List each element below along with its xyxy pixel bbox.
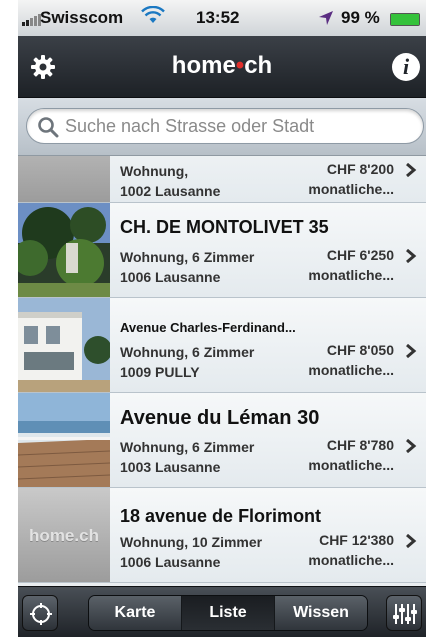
listing-type: Wohnung, (120, 163, 189, 179)
sliders-icon (393, 604, 417, 624)
listing-type: Wohnung, 6 Zimmer (120, 439, 255, 455)
listing-period: monatliche... (308, 457, 394, 473)
listing-period: monatliche... (308, 362, 394, 378)
listing-location: 1006 Lausanne (120, 554, 221, 570)
title-ch: ch (244, 52, 273, 79)
listing-type: Wohnung, 10 Zimmer (120, 534, 263, 550)
listing-photo (18, 393, 110, 487)
listing-type: Wohnung, 6 Zimmer (120, 249, 255, 265)
chevron-right-icon (406, 249, 417, 263)
listing-location: 1002 Lausanne (120, 183, 221, 199)
tab-liste[interactable]: Liste (181, 596, 274, 630)
chevron-right-icon (406, 439, 417, 453)
status-bar: Swisscom 13:52 99 % (18, 0, 426, 36)
title-home: home (171, 52, 236, 79)
listing-thumbnail: home.ch (18, 156, 110, 202)
list-item[interactable]: CH. DE MONTOLIVET 35 Wohnung, 6 Zimmer 1… (18, 203, 426, 298)
wifi-icon (141, 6, 165, 23)
listing-photo (18, 203, 110, 297)
chevron-right-icon (406, 534, 417, 548)
location-arrow-icon (319, 11, 333, 25)
listing-period: monatliche... (308, 552, 394, 568)
listing-location: 1003 Lausanne (120, 459, 221, 475)
listing-price: CHF 8'050 (326, 342, 394, 358)
app-title: home•ch (18, 52, 426, 80)
locate-icon (30, 603, 52, 625)
listing-type: Wohnung, 6 Zimmer (120, 344, 255, 360)
listing-price: CHF 8'200 (326, 161, 394, 177)
search-field[interactable] (26, 108, 424, 144)
listing-thumbnail: home.ch (18, 488, 110, 582)
phone-screen: Swisscom 13:52 99 % home•ch i Suche nach… (18, 0, 426, 637)
chevron-right-icon (406, 344, 417, 358)
placeholder-logo: home.ch (29, 526, 99, 545)
tab-wissen[interactable]: Wissen (274, 596, 367, 630)
filter-button[interactable] (386, 595, 422, 631)
chevron-right-icon (406, 163, 417, 177)
listing-thumbnail (18, 298, 110, 392)
search-icon (38, 117, 59, 138)
battery-percent: 99 % (341, 8, 380, 27)
listing-price: CHF 6'250 (326, 247, 394, 263)
list-item[interactable]: Avenue Charles-Ferdinand... Wohnung, 6 Z… (18, 298, 426, 393)
tab-karte[interactable]: Karte (89, 596, 181, 630)
listing-thumbnail (18, 203, 110, 297)
listing-period: monatliche... (308, 267, 394, 283)
listing-price: CHF 8'780 (326, 437, 394, 453)
battery-icon (390, 13, 420, 26)
listing-period: monatliche... (308, 181, 394, 197)
listing-photo (18, 298, 110, 392)
listing-list[interactable]: home.ch Wohnung, 1002 Lausanne CHF 8'200… (18, 156, 426, 586)
view-switcher: Karte Liste Wissen (88, 595, 368, 631)
bottom-toolbar: Karte Liste Wissen (18, 586, 426, 637)
listing-thumbnail (18, 393, 110, 487)
listing-title: Avenue Charles-Ferdinand... (120, 320, 296, 335)
battery-level-fill (391, 14, 419, 25)
signal-icon (22, 14, 41, 26)
list-item[interactable]: Avenue du Léman 30 Wohnung, 6 Zimmer 100… (18, 393, 426, 488)
search-bar (18, 98, 426, 156)
listing-title: 18 avenue de Florimont (120, 506, 322, 526)
navigation-bar: home•ch i (18, 36, 426, 98)
search-input[interactable] (65, 109, 415, 143)
listing-location: 1009 PULLY (120, 364, 200, 380)
info-icon[interactable]: i (392, 53, 420, 81)
title-dot: • (235, 52, 245, 79)
list-item[interactable]: home.ch 18 avenue de Florimont Wohnung, … (18, 488, 426, 583)
clock: 13:52 (196, 8, 240, 27)
listing-location: 1006 Lausanne (120, 269, 221, 285)
listing-title: Avenue du Léman 30 (120, 407, 320, 429)
list-item[interactable]: home.ch Wohnung, 1002 Lausanne CHF 8'200… (18, 156, 426, 203)
locate-button[interactable] (22, 595, 58, 631)
listing-price: CHF 12'380 (319, 532, 394, 548)
carrier-name: Swisscom (40, 8, 124, 27)
listing-title: CH. DE MONTOLIVET 35 (120, 217, 329, 237)
